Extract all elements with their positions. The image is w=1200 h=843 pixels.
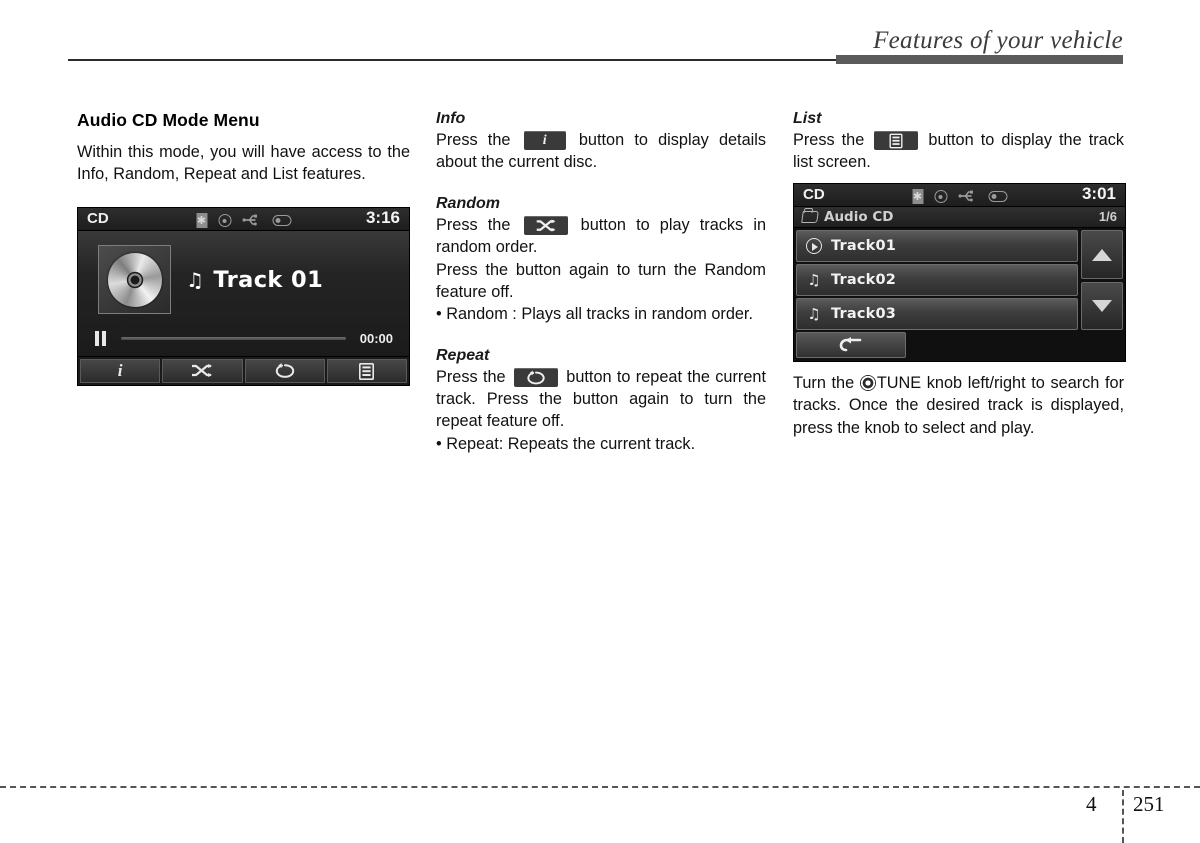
track-rows: Track01 ♫ Track02 ♫ Track03 xyxy=(796,230,1078,331)
page-number-separator xyxy=(1122,790,1124,843)
repeat-bullet: • Repeat: Repeats the current track. xyxy=(436,434,696,453)
repeat-button-chip xyxy=(513,368,558,388)
page-counter: 1/6 xyxy=(1098,209,1117,225)
info-i-icon: i xyxy=(117,361,123,381)
tune-text-before: Turn the xyxy=(793,374,855,393)
player-toolbar: i xyxy=(78,356,409,386)
bluetooth-icon: ✱ xyxy=(912,189,923,205)
repeat-button[interactable] xyxy=(244,359,325,384)
album-art xyxy=(98,245,171,315)
disc-icon xyxy=(934,190,947,204)
random-bullet: • Random : Plays all tracks in random or… xyxy=(436,304,753,323)
track-label: Track03 xyxy=(831,306,897,323)
player-clock: 3:16 xyxy=(365,208,400,228)
section-heading: Audio CD Mode Menu xyxy=(77,110,260,130)
pause-icon xyxy=(94,330,107,346)
disc-icon xyxy=(218,214,231,228)
list-footer xyxy=(794,332,1125,362)
play-icon xyxy=(806,238,822,255)
left-column: Audio CD Mode Menu Within this mode, you… xyxy=(77,110,410,387)
list-paragraph: Press the button to display the track li… xyxy=(793,129,1124,173)
info-button[interactable]: i xyxy=(80,359,161,384)
chevron-up-icon xyxy=(1092,248,1112,261)
info-button-chip: i xyxy=(523,131,566,150)
scrollbar[interactable] xyxy=(1081,230,1123,331)
shuffle-icon xyxy=(192,364,213,378)
status-icon-group: ✱ xyxy=(912,187,1007,206)
scroll-down-button[interactable] xyxy=(1081,281,1123,331)
chevron-down-icon xyxy=(1092,300,1112,313)
now-playing-title-row: ♫ Track 01 xyxy=(186,267,323,293)
repeat-text-before: Press the xyxy=(436,368,506,387)
player-source-label: CD xyxy=(87,210,109,228)
list-button[interactable] xyxy=(326,359,407,384)
cd-player-screen: CD ✱ 3:16 ♫ Track 01 00:00 i xyxy=(77,207,410,387)
player-status-bar: CD ✱ 3:16 xyxy=(78,208,409,232)
random-button-chip xyxy=(523,216,568,236)
bluetooth-icon: ✱ xyxy=(196,213,207,229)
info-heading: Info xyxy=(436,110,466,127)
right-column: List Press the button to display the tra… xyxy=(793,110,1126,439)
tune-paragraph: Turn the TUNE knob left/right to search … xyxy=(793,372,1124,438)
info-paragraph: Press the i button to display details ab… xyxy=(436,129,766,173)
usb-icon xyxy=(958,187,977,206)
page-number: 251 xyxy=(1133,792,1165,816)
info-i-icon: i xyxy=(542,132,547,148)
list-status-bar: CD ✱ 3:01 xyxy=(794,184,1125,208)
list-icon xyxy=(359,362,375,380)
back-button[interactable] xyxy=(796,332,906,359)
page-header-title: Features of your vehicle xyxy=(873,27,1123,54)
track-list-screen: CD ✱ 3:01 Audio CD 1/6 Track01 ♫ Track02… xyxy=(793,183,1126,363)
list-clock: 3:01 xyxy=(1081,184,1116,204)
list-heading: List xyxy=(793,110,822,127)
shuffle-icon xyxy=(536,219,555,232)
repeat-icon xyxy=(275,363,294,379)
playback-progress-row: 00:00 xyxy=(78,328,409,348)
intro-paragraph: Within this mode, you will have access t… xyxy=(77,143,410,184)
manual-page: Features of your vehicle Audio CD Mode M… xyxy=(0,0,1200,843)
random-paragraph: Press the button to play tracks in rando… xyxy=(436,214,766,258)
repeat-icon xyxy=(527,370,545,385)
track-row[interactable]: ♫ Track02 xyxy=(796,264,1078,297)
folder-name: Audio CD xyxy=(824,209,894,226)
random-text-before: Press the xyxy=(436,216,511,235)
folder-bar: Audio CD 1/6 xyxy=(794,207,1125,229)
track-label: Track02 xyxy=(831,272,897,289)
list-icon xyxy=(889,133,903,148)
music-note-icon: ♫ xyxy=(807,305,821,324)
music-note-icon: ♫ xyxy=(807,271,821,290)
now-playing-area: ♫ Track 01 00:00 xyxy=(78,231,409,357)
track-row[interactable]: ♫ Track03 xyxy=(796,298,1078,331)
repeat-paragraph: Press the button to repeat the current t… xyxy=(436,366,766,432)
elapsed-time: 00:00 xyxy=(359,330,393,346)
cd-disc-graphic xyxy=(107,252,162,307)
track-list-body: Track01 ♫ Track02 ♫ Track03 xyxy=(794,228,1125,333)
chapter-number: 4 xyxy=(1086,792,1097,816)
progress-bar[interactable] xyxy=(121,336,346,340)
usb-icon xyxy=(242,211,261,230)
scroll-up-button[interactable] xyxy=(1081,230,1123,279)
middle-column: Info Press the i button to display detai… xyxy=(436,110,766,455)
list-button-chip xyxy=(874,131,919,150)
info-text-before: Press the xyxy=(436,131,511,149)
now-playing-title: Track 01 xyxy=(213,267,324,294)
ipod-icon xyxy=(272,215,291,227)
random-paragraph-2: Press the button again to turn the Rando… xyxy=(436,260,766,301)
back-arrow-icon xyxy=(839,337,862,352)
list-text-before: Press the xyxy=(793,131,865,149)
random-button[interactable] xyxy=(162,359,243,384)
random-heading: Random xyxy=(436,195,500,213)
footer-divider xyxy=(0,786,1200,788)
ipod-icon xyxy=(988,191,1007,203)
list-source-label: CD xyxy=(803,186,825,204)
header-accent-bar xyxy=(836,55,1123,64)
track-label: Track01 xyxy=(831,238,897,255)
folder-icon xyxy=(801,211,819,224)
repeat-heading: Repeat xyxy=(436,347,490,365)
header-thin-rule xyxy=(68,59,838,61)
music-note-icon: ♫ xyxy=(186,268,205,293)
track-row[interactable]: Track01 xyxy=(796,230,1078,263)
status-icon-group: ✱ xyxy=(196,211,291,230)
tune-knob-icon xyxy=(859,375,876,392)
